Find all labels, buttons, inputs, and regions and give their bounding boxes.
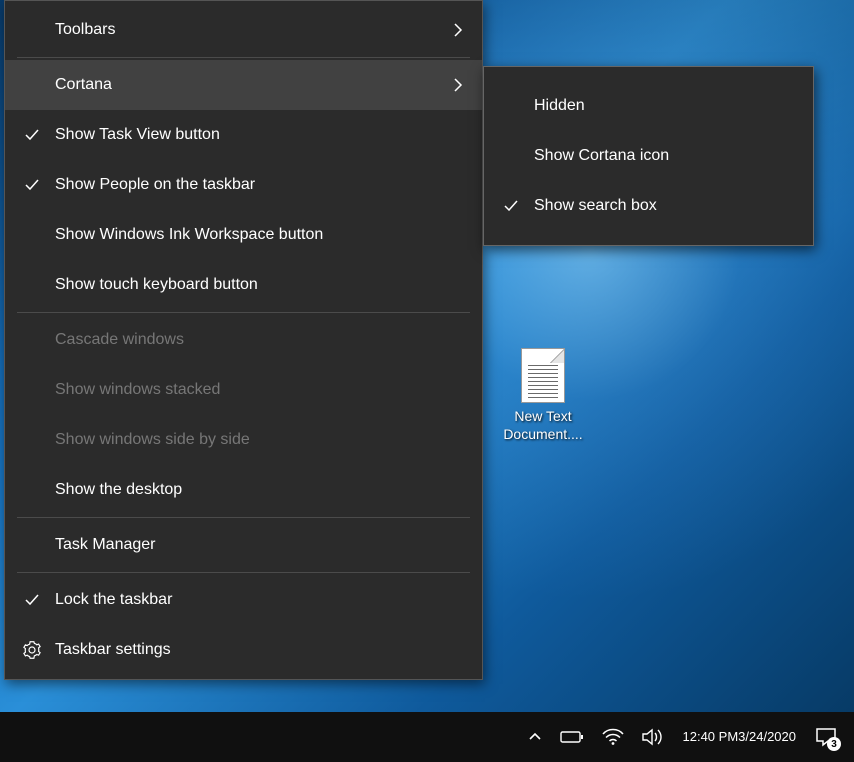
menu-label: Taskbar settings — [45, 641, 468, 659]
tray-overflow-button[interactable] — [519, 712, 551, 762]
taskbar-context-menu: Toolbars Cortana Show Task View button S… — [4, 0, 483, 680]
speaker-icon — [642, 727, 664, 747]
text-file-icon — [521, 348, 565, 403]
menu-label: Show People on the taskbar — [45, 176, 468, 194]
menu-separator — [17, 312, 470, 313]
tray-volume-button[interactable] — [633, 712, 673, 762]
clock-time: 12:40 PM — [683, 728, 739, 746]
menu-separator — [17, 57, 470, 58]
menu-item-task-manager[interactable]: Task Manager — [5, 520, 482, 570]
submenu-item-hidden[interactable]: Hidden — [484, 81, 813, 131]
desktop-icon-new-text-document[interactable]: New TextDocument.... — [498, 348, 588, 443]
menu-separator — [17, 572, 470, 573]
menu-label: Lock the taskbar — [45, 591, 468, 609]
menu-label: Task Manager — [45, 536, 468, 554]
notification-icon: 3 — [815, 727, 837, 747]
menu-item-show-task-view[interactable]: Show Task View button — [5, 110, 482, 160]
menu-item-taskbar-settings[interactable]: Taskbar settings — [5, 625, 482, 675]
menu-item-show-touch-keyboard[interactable]: Show touch keyboard button — [5, 260, 482, 310]
submenu-item-show-search-box[interactable]: Show search box — [484, 181, 813, 231]
menu-item-cortana[interactable]: Cortana — [5, 60, 482, 110]
menu-item-toolbars[interactable]: Toolbars — [5, 5, 482, 55]
menu-item-show-windows-side-by-side: Show windows side by side — [5, 415, 482, 465]
chevron-right-icon — [448, 23, 468, 37]
menu-label: Show windows side by side — [45, 431, 468, 449]
menu-label: Hidden — [524, 97, 799, 115]
tray-action-center-button[interactable]: 3 — [806, 712, 846, 762]
menu-label: Toolbars — [45, 21, 448, 39]
menu-label: Cascade windows — [45, 331, 468, 349]
tray-battery-button[interactable] — [551, 712, 593, 762]
submenu-item-show-cortana-icon[interactable]: Show Cortana icon — [484, 131, 813, 181]
menu-item-show-people[interactable]: Show People on the taskbar — [5, 160, 482, 210]
chevron-up-icon — [528, 730, 542, 744]
tray-wifi-button[interactable] — [593, 712, 633, 762]
clock-date: 3/24/2020 — [738, 728, 796, 746]
menu-item-show-windows-stacked: Show windows stacked — [5, 365, 482, 415]
check-icon — [19, 177, 45, 193]
tray-clock[interactable]: 12:40 PM 3/24/2020 — [673, 712, 807, 762]
notification-badge: 3 — [827, 737, 841, 751]
menu-item-show-the-desktop[interactable]: Show the desktop — [5, 465, 482, 515]
menu-label: Show Cortana icon — [524, 147, 799, 165]
check-icon — [19, 127, 45, 143]
menu-label: Show Task View button — [45, 126, 468, 144]
cortana-submenu: Hidden Show Cortana icon Show search box — [483, 66, 814, 246]
menu-label: Show Windows Ink Workspace button — [45, 226, 468, 244]
menu-item-cascade-windows: Cascade windows — [5, 315, 482, 365]
gear-icon — [19, 641, 45, 659]
check-icon — [19, 592, 45, 608]
menu-separator — [17, 517, 470, 518]
check-icon — [498, 198, 524, 214]
menu-label: Show windows stacked — [45, 381, 468, 399]
chevron-right-icon — [448, 78, 468, 92]
menu-item-show-ink-workspace[interactable]: Show Windows Ink Workspace button — [5, 210, 482, 260]
taskbar: 12:40 PM 3/24/2020 3 — [0, 712, 854, 762]
menu-label: Cortana — [45, 76, 448, 94]
wifi-icon — [602, 728, 624, 746]
desktop-icon-label: New TextDocument.... — [503, 407, 582, 443]
menu-label: Show touch keyboard button — [45, 276, 468, 294]
menu-item-lock-the-taskbar[interactable]: Lock the taskbar — [5, 575, 482, 625]
menu-label: Show the desktop — [45, 481, 468, 499]
battery-icon — [560, 729, 584, 745]
menu-label: Show search box — [524, 197, 799, 215]
